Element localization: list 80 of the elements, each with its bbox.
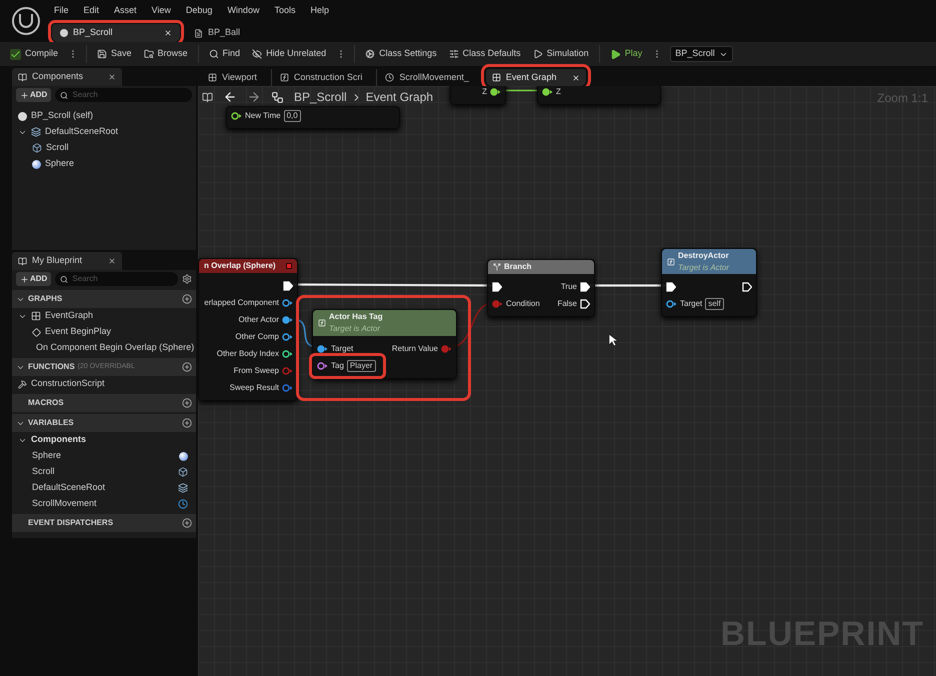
toolbar-button[interactable]: Class Defaults: [446, 45, 523, 63]
search-box[interactable]: Search: [55, 88, 192, 102]
toolbar-button[interactable]: Play: [608, 45, 644, 63]
tree-item[interactable]: Sphere: [45, 157, 74, 171]
pin-label: Target: [331, 342, 354, 354]
breadcrumb-current: Event Graph: [366, 89, 434, 106]
graph-node[interactable]: Z: [450, 86, 506, 105]
document-tab[interactable]: BP_Ball: [186, 24, 248, 42]
menu-item[interactable]: Edit: [84, 4, 100, 18]
tree-item[interactable]: BP_Scroll (self): [31, 109, 94, 123]
pin-label: Z: [556, 86, 561, 98]
tree-item[interactable]: Scroll: [32, 465, 55, 479]
node-title: n Overlap (Sphere): [204, 260, 276, 272]
pin-value-field[interactable]: self: [705, 298, 724, 310]
tree-item[interactable]: Components: [31, 433, 86, 447]
pin-label: Tag: [331, 360, 344, 372]
section-header[interactable]: MACROS: [12, 394, 196, 412]
pin-label: Condition: [506, 298, 540, 310]
tree-item[interactable]: Sphere: [32, 449, 62, 463]
pin-label: Z: [482, 86, 487, 98]
document-tab[interactable]: BP_Scroll: [52, 24, 180, 42]
tree-item[interactable]: ScrollMovement: [32, 497, 97, 511]
graph-node[interactable]: New Time 0,0: [226, 106, 400, 129]
menu-item[interactable]: File: [54, 4, 69, 18]
menu-item[interactable]: Tools: [274, 4, 296, 18]
graph-node[interactable]: DestroyActor Target is Actor Target self: [661, 248, 757, 317]
section-header[interactable]: EVENT DISPATCHERS: [12, 514, 196, 532]
section-header[interactable]: VARIABLES: [12, 414, 196, 432]
menu-item[interactable]: Window: [227, 4, 260, 18]
toolbar-button[interactable]: Save: [95, 45, 134, 63]
search-field[interactable]: Search: [72, 273, 173, 285]
toolbar-button[interactable]: Class Settings: [363, 45, 439, 63]
menu-item[interactable]: Help: [310, 4, 329, 18]
node-subtitle: Target is Actor: [678, 262, 729, 274]
pin-label: True: [560, 280, 577, 292]
pin-label: Other Body Index: [216, 348, 279, 360]
panel-tab[interactable]: My Blueprint: [12, 252, 122, 270]
graph-node[interactable]: Z: [537, 86, 661, 105]
pin-label: New Time: [245, 110, 281, 122]
pin-value-field[interactable]: 0,0: [284, 110, 301, 122]
graph-node[interactable]: Actor Has Tag Target is Actor Target Return Value Tag Player: [312, 309, 457, 379]
pin-label: From Sweep: [234, 364, 279, 376]
node-title: DestroyActor: [678, 250, 729, 262]
pin-label: Other Actor: [238, 314, 279, 326]
pin-label: Return Value: [392, 342, 438, 354]
panel-tab[interactable]: Components: [12, 68, 122, 86]
tree-item[interactable]: ConstructionScript: [31, 377, 105, 391]
pin-value-field[interactable]: Player: [346, 360, 376, 372]
node-title: Actor Has Tag: [329, 311, 383, 323]
pin-label: erlapped Component: [204, 296, 279, 308]
tree-item[interactable]: Scroll: [46, 141, 69, 155]
search-box[interactable]: Search: [55, 272, 178, 286]
node-subtitle: Target is Actor: [329, 323, 382, 335]
graph-node[interactable]: Branch True Condition False: [487, 259, 595, 317]
breadcrumb-link[interactable]: BP_Scroll: [294, 88, 347, 106]
node-title: Branch: [504, 261, 532, 273]
toolbar-button[interactable]: Compile: [8, 45, 60, 63]
tree-item[interactable]: On Component Begin Overlap (Sphere): [36, 341, 194, 355]
menu-item[interactable]: Asset: [114, 4, 137, 18]
play-target-dropdown[interactable]: BP_Scroll: [670, 46, 733, 62]
pin-label: Sweep Result: [230, 382, 279, 394]
graph-tab[interactable]: Event Graph: [486, 69, 586, 86]
toolbar-button[interactable]: Find: [206, 45, 242, 63]
tree-item[interactable]: DefaultSceneRoot: [45, 125, 118, 139]
section-header[interactable]: GRAPHS: [12, 290, 196, 308]
pin-label: Target: [680, 298, 702, 310]
toolbar-button[interactable]: Hide Unrelated: [250, 45, 328, 63]
graph-node[interactable]: n Overlap (Sphere) erlapped Component Other Actor Other Comp Other Body Index From Sweep Sweep Result: [198, 258, 298, 401]
add-button[interactable]: ADD: [16, 88, 52, 102]
tree-item[interactable]: DefaultSceneRoot: [32, 481, 106, 495]
tree-item[interactable]: Event BeginPlay: [45, 325, 112, 339]
tree-item[interactable]: EventGraph: [45, 309, 94, 323]
menu-item[interactable]: View: [152, 4, 171, 18]
search-field[interactable]: Search: [72, 89, 187, 101]
add-button[interactable]: ADD: [16, 272, 52, 286]
menu-item[interactable]: Debug: [186, 4, 212, 18]
pin-label: Other Comp: [235, 330, 279, 342]
toolbar-button[interactable]: Simulation: [530, 45, 591, 63]
toolbar-button[interactable]: Browse: [142, 45, 190, 63]
pin-label: False: [557, 298, 577, 310]
